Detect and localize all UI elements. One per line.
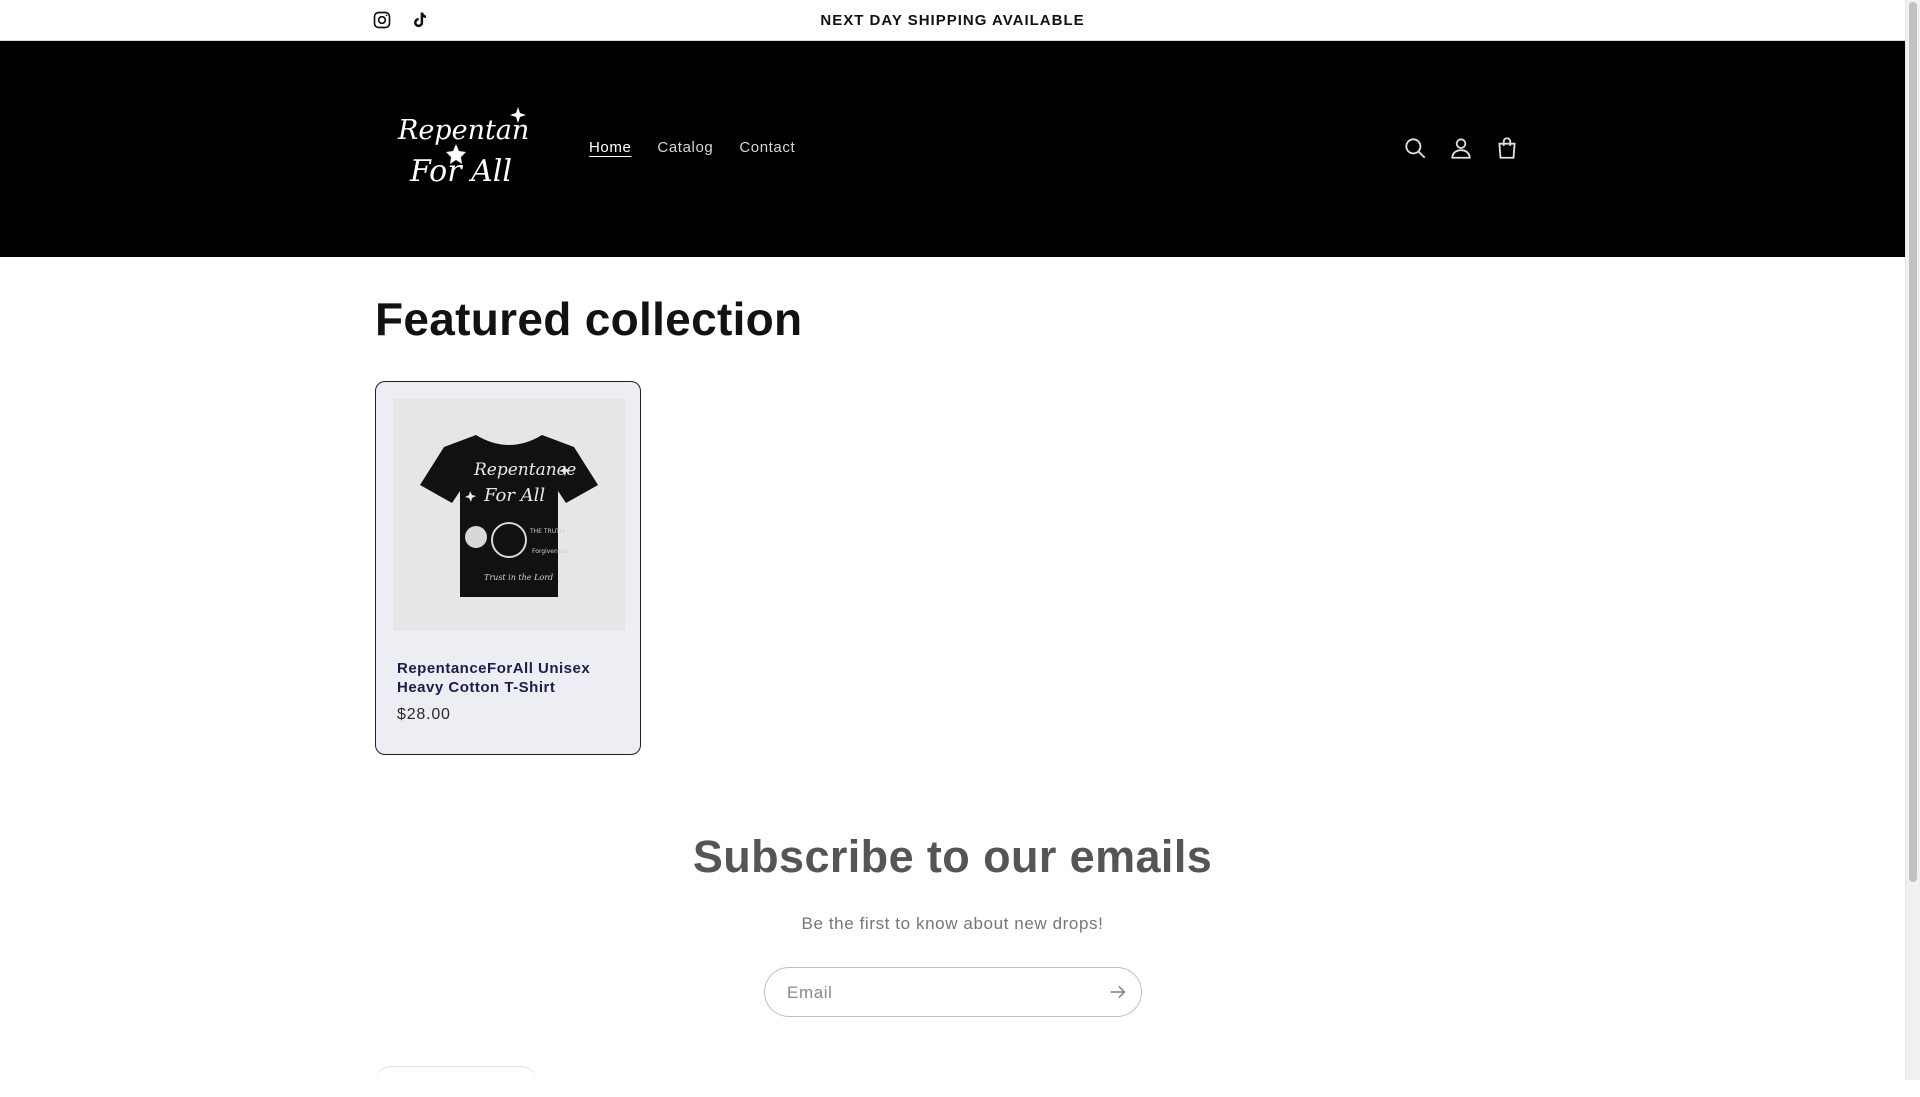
product-image[interactable]: Repentance For All THE TRUTH Forgiveness… [393, 399, 625, 631]
email-form [764, 967, 1142, 1018]
store-logo[interactable]: Repentance For All [388, 97, 528, 197]
svg-text:Forgiveness: Forgiveness [532, 548, 568, 555]
site-header: Repentance For All Home Catalog Contact [0, 41, 1905, 257]
announcement-bar: NEXT DAY SHIPPING AVAILABLE [0, 0, 1905, 41]
nav-contact[interactable]: Contact [726, 139, 808, 156]
newsletter-title: Subscribe to our emails [692, 831, 1213, 882]
page-scrollbar[interactable] [1905, 0, 1920, 1080]
scrollbar-thumb[interactable] [1909, 2, 1917, 882]
nav-catalog[interactable]: Catalog [644, 139, 726, 156]
product-card[interactable]: Repentance For All THE TRUTH Forgiveness… [375, 381, 641, 755]
svg-text:THE TRUTH: THE TRUTH [529, 528, 564, 535]
main-nav: Home Catalog Contact [576, 139, 808, 156]
svg-text:For All: For All [483, 485, 545, 506]
featured-collection-title: Featured collection [375, 293, 803, 345]
email-input[interactable] [785, 968, 1089, 1018]
footer-partial [375, 1066, 537, 1097]
search-icon[interactable] [1402, 135, 1428, 161]
arrow-right-icon[interactable] [1107, 981, 1129, 1003]
newsletter-text: Be the first to know about new drops! [801, 914, 1104, 933]
cart-icon[interactable] [1494, 135, 1520, 161]
nav-home[interactable]: Home [576, 139, 644, 156]
logo-line-1: Repentance [397, 115, 528, 146]
svg-text:Repentance: Repentance [473, 460, 576, 480]
product-price: $28.00 [397, 706, 451, 723]
announcement-text: NEXT DAY SHIPPING AVAILABLE [820, 12, 1085, 29]
svg-text:Trust in the Lord: Trust in the Lord [484, 573, 553, 582]
account-icon[interactable] [1448, 135, 1474, 161]
tshirt-image: Repentance For All THE TRUTH Forgiveness… [420, 435, 598, 597]
product-title[interactable]: RepentanceForAll Unisex Heavy Cotton T-S… [397, 659, 627, 697]
header-actions [1402, 135, 1520, 161]
